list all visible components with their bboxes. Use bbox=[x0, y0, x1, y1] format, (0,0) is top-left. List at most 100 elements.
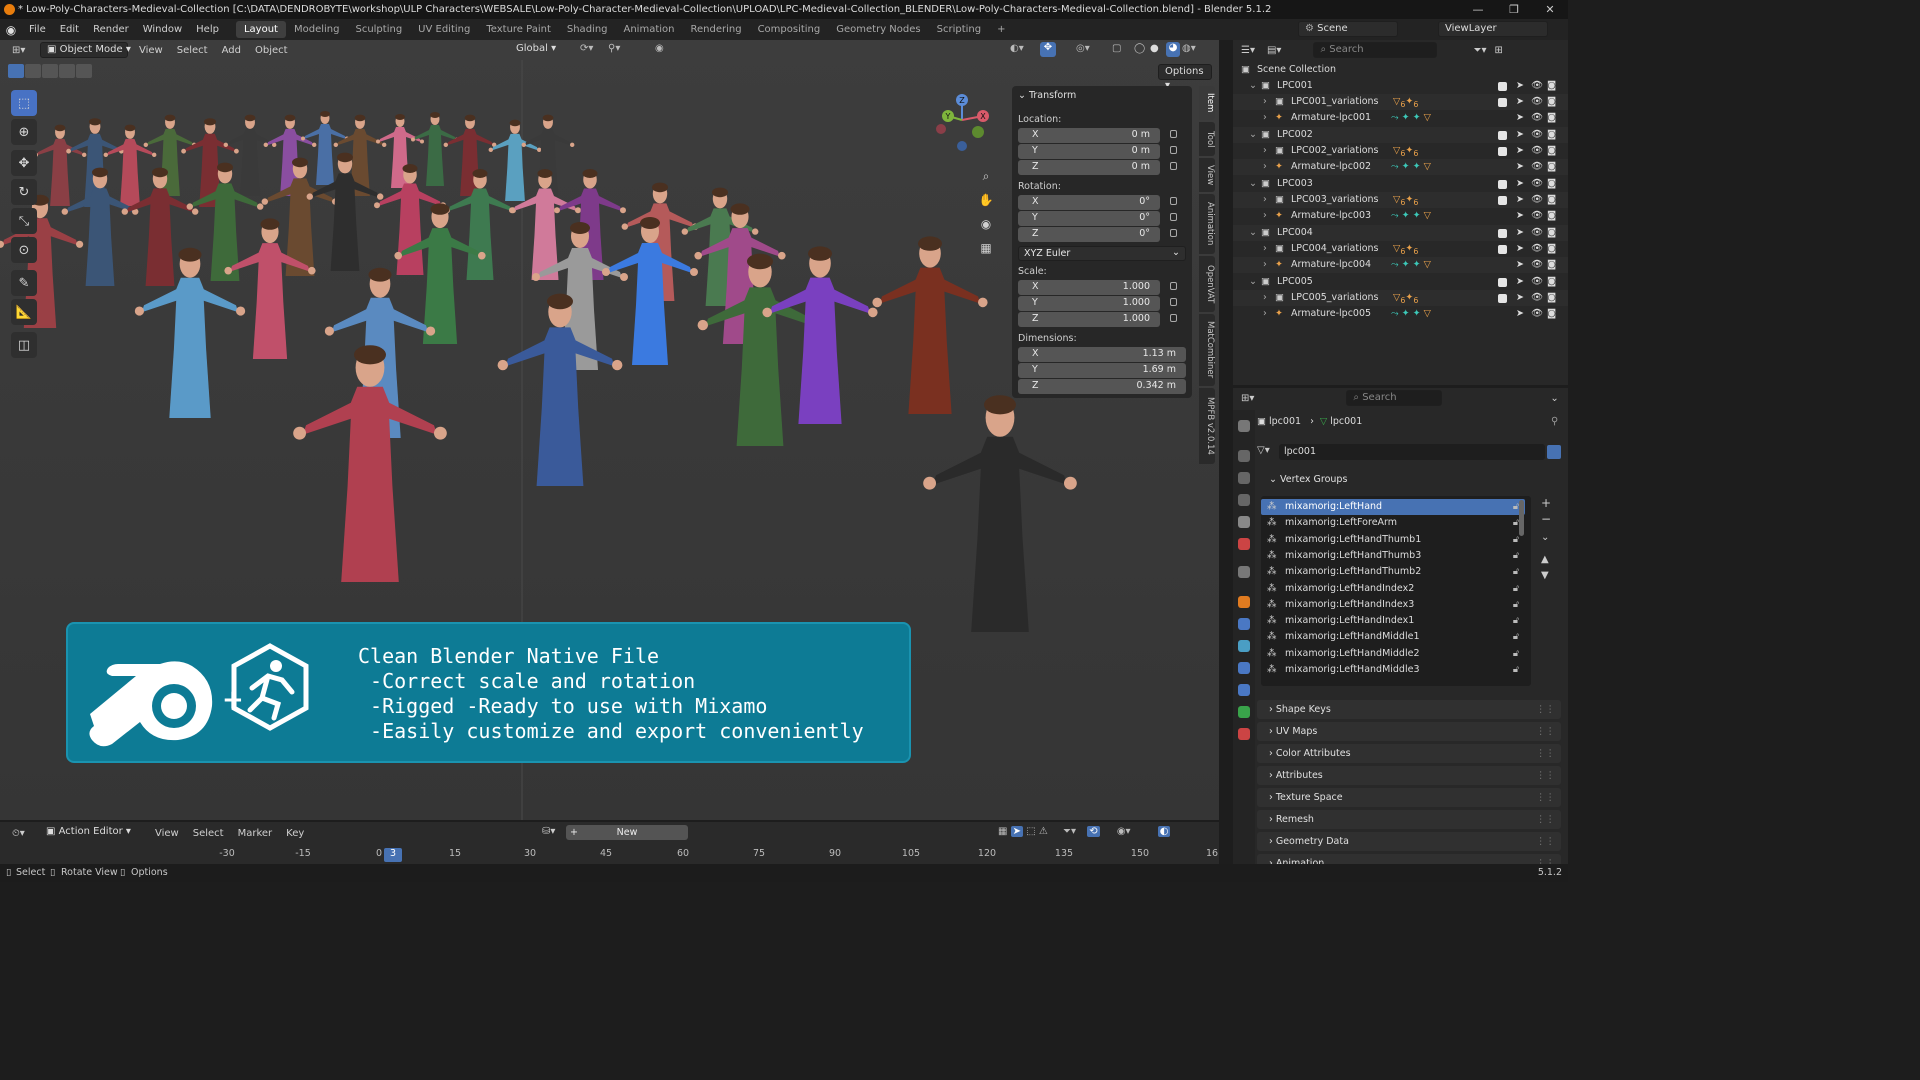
vertex-group-item[interactable]: ⁂ mixamorig:LeftHandThumb3 🔓︎ bbox=[1261, 548, 1525, 564]
shading-solid-icon[interactable]: ● bbox=[1150, 43, 1159, 54]
camera-icon[interactable]: ◙ bbox=[1547, 208, 1556, 224]
eye-icon[interactable]: 👁 bbox=[1531, 143, 1543, 159]
lock-icon[interactable]: 🔓︎ bbox=[1513, 662, 1519, 678]
vertex-group-item[interactable]: ⁂ mixamorig:LeftHandMiddle3 🔓︎ bbox=[1261, 662, 1525, 678]
mesh-name-field[interactable]: lpc001 bbox=[1279, 444, 1545, 460]
panel-header[interactable]: › Attributes ⋮⋮ bbox=[1257, 766, 1561, 785]
specials-menu-icon[interactable]: ⌄ bbox=[1541, 532, 1549, 543]
lock-icon[interactable] bbox=[1170, 213, 1177, 221]
fake-user-shield-icon[interactable] bbox=[1547, 445, 1561, 459]
camera-icon[interactable]: ◙ bbox=[1547, 78, 1556, 94]
tab-compositing[interactable]: Compositing bbox=[750, 21, 829, 38]
shading-rendered-icon[interactable]: ◍▾ bbox=[1182, 43, 1196, 54]
select-arrow-icon[interactable]: ➤ bbox=[1516, 257, 1524, 273]
sidebar-tab-view[interactable]: View bbox=[1199, 158, 1215, 192]
tool-tab-icon[interactable] bbox=[1238, 420, 1250, 432]
collection-row[interactable]: ⌄ ▣ LPC002 ➤ 👁 ◙ bbox=[1233, 127, 1568, 143]
render-tab-icon[interactable] bbox=[1238, 450, 1250, 462]
auto-snap-icon[interactable]: ⟲ bbox=[1087, 826, 1100, 837]
scale-z-field[interactable]: Z 1.000 bbox=[1018, 312, 1160, 327]
eye-icon[interactable]: 👁 bbox=[1531, 306, 1543, 322]
rotation-mode-dropdown[interactable]: XYZ Euler ⌄ bbox=[1018, 246, 1186, 261]
viewport-menu-object[interactable]: Object bbox=[248, 40, 295, 61]
new-collection-icon[interactable]: ⊞ bbox=[1494, 45, 1502, 56]
vertex-group-item[interactable]: ⁂ mixamorig:LeftHandMiddle1 🔓︎ bbox=[1261, 629, 1525, 645]
location-z-field[interactable]: Z 0 m bbox=[1018, 160, 1160, 175]
breadcrumb-object[interactable]: lpc001 bbox=[1269, 416, 1301, 427]
ortho-grid-icon[interactable]: ▦ bbox=[976, 236, 996, 260]
exclude-checkbox[interactable] bbox=[1498, 278, 1507, 287]
expand-arrow-icon[interactable]: ⌄ bbox=[1249, 225, 1257, 241]
menu-help[interactable]: Help bbox=[189, 19, 226, 40]
expand-arrow-icon[interactable]: ⌄ bbox=[1249, 127, 1257, 143]
frame-ruler[interactable]: -30 -15 0 15 30 45 60 75 90 105 120 135 150 16 3 bbox=[0, 848, 1219, 862]
variations-row[interactable]: › ▣ LPC003_variations ▽6✦6 ➤ 👁 ◙ bbox=[1233, 192, 1568, 208]
orientation-selector[interactable]: Global ▾ bbox=[510, 42, 570, 58]
eye-icon[interactable]: 👁 bbox=[1531, 274, 1543, 290]
material-tab-icon[interactable] bbox=[1238, 728, 1250, 740]
pin-icon[interactable]: ⚲ bbox=[1551, 416, 1558, 427]
lock-icon[interactable] bbox=[1170, 314, 1177, 322]
viewport-menu-add[interactable]: Add bbox=[215, 40, 248, 61]
camera-icon[interactable]: ◙ bbox=[1547, 127, 1556, 143]
only-selected-icon[interactable]: ➤ bbox=[1010, 826, 1024, 837]
close-icon[interactable]: ✕ bbox=[1532, 0, 1568, 19]
tab-rendering[interactable]: Rendering bbox=[682, 21, 749, 38]
eye-icon[interactable]: 👁 bbox=[1531, 290, 1543, 306]
eye-icon[interactable]: 👁 bbox=[1531, 94, 1543, 110]
cursor-tool[interactable]: ⊕ bbox=[11, 119, 37, 145]
sidebar-tab-animation[interactable]: Animation bbox=[1199, 194, 1215, 254]
eye-icon[interactable]: 👁 bbox=[1531, 192, 1543, 208]
lock-icon[interactable]: 🔓︎ bbox=[1513, 581, 1519, 597]
modifier-tab-icon[interactable] bbox=[1238, 618, 1250, 630]
expand-arrow-icon[interactable]: › bbox=[1263, 159, 1267, 175]
select-arrow-icon[interactable]: ➤ bbox=[1516, 306, 1524, 322]
drag-handle-icon[interactable]: ⋮⋮ bbox=[1536, 788, 1555, 807]
vertex-group-item[interactable]: ⁂ mixamorig:LeftForeArm 🔓︎ bbox=[1261, 515, 1525, 531]
eye-icon[interactable]: 👁 bbox=[1531, 127, 1543, 143]
exclude-checkbox[interactable] bbox=[1498, 294, 1507, 303]
outliner-editor-icon[interactable]: ☰▾ bbox=[1241, 45, 1255, 56]
select-arrow-icon[interactable]: ➤ bbox=[1516, 225, 1524, 241]
particles-tab-icon[interactable] bbox=[1238, 640, 1250, 652]
variations-row[interactable]: › ▣ LPC004_variations ▽6✦6 ➤ 👁 ◙ bbox=[1233, 241, 1568, 257]
vertex-group-item[interactable]: ⁂ mixamorig:LeftHand 🔓︎ bbox=[1261, 499, 1525, 515]
viewport-menu-select[interactable]: Select bbox=[170, 40, 215, 61]
panel-header[interactable]: › Texture Space ⋮⋮ bbox=[1257, 788, 1561, 807]
variations-row[interactable]: › ▣ LPC002_variations ▽6✦6 ➤ 👁 ◙ bbox=[1233, 143, 1568, 159]
camera-icon[interactable]: ◙ bbox=[1547, 94, 1556, 110]
remove-vertex-group-icon[interactable]: − bbox=[1541, 512, 1551, 526]
armature-row[interactable]: › ✦ Armature-lpc001 ⤳ ✦ ✦ ▽ ➤ 👁 ◙ bbox=[1233, 110, 1568, 126]
select-subtract-icon[interactable] bbox=[42, 64, 58, 78]
camera-icon[interactable]: ◙ bbox=[1547, 159, 1556, 175]
scene-selector[interactable]: ⚙ Scene bbox=[1298, 21, 1398, 37]
rotation-x-field[interactable]: X 0° bbox=[1018, 195, 1160, 210]
timeline-menu-select[interactable]: Select bbox=[186, 823, 231, 844]
expand-arrow-icon[interactable]: › bbox=[1263, 208, 1267, 224]
drag-handle-icon[interactable]: ⋮⋮ bbox=[1536, 744, 1555, 763]
select-arrow-icon[interactable]: ➤ bbox=[1516, 208, 1524, 224]
lock-icon[interactable]: 🔓︎ bbox=[1513, 564, 1519, 580]
collection-row[interactable]: ⌄ ▣ LPC001 ➤ 👁 ◙ bbox=[1233, 78, 1568, 94]
show-hidden-icon[interactable]: ⬚ bbox=[1026, 826, 1035, 837]
location-x-field[interactable]: X 0 m bbox=[1018, 128, 1160, 143]
exclude-checkbox[interactable] bbox=[1498, 196, 1507, 205]
properties-editor-icon[interactable]: ⊞▾ bbox=[1241, 393, 1254, 404]
menu-window[interactable]: Window bbox=[136, 19, 189, 40]
exclude-checkbox[interactable] bbox=[1498, 245, 1507, 254]
display-mode-icon[interactable]: ▤▾ bbox=[1267, 45, 1281, 56]
menu-render[interactable]: Render bbox=[86, 19, 136, 40]
object-tab-icon[interactable] bbox=[1238, 596, 1250, 608]
camera-icon[interactable]: ◙ bbox=[1547, 290, 1556, 306]
blender-menu-icon[interactable]: ◉ bbox=[0, 23, 22, 37]
mesh-data-tab-icon[interactable] bbox=[1238, 706, 1250, 718]
armature-row[interactable]: › ✦ Armature-lpc002 ⤳ ✦ ✦ ▽ ➤ 👁 ◙ bbox=[1233, 159, 1568, 175]
vertex-group-item[interactable]: ⁂ mixamorig:LeftHandThumb2 🔓︎ bbox=[1261, 564, 1525, 580]
shading-material-icon[interactable]: ◕ bbox=[1166, 42, 1180, 57]
gizmo-neg-z[interactable] bbox=[957, 141, 967, 151]
panel-header[interactable]: › Shape Keys ⋮⋮ bbox=[1257, 700, 1561, 719]
vertex-group-item[interactable]: ⁂ mixamorig:LeftHandIndex1 🔓︎ bbox=[1261, 613, 1525, 629]
expand-arrow-icon[interactable]: › bbox=[1263, 257, 1267, 273]
action-browse-icon[interactable]: ⛁▾ bbox=[542, 826, 555, 837]
select-arrow-icon[interactable]: ➤ bbox=[1516, 274, 1524, 290]
